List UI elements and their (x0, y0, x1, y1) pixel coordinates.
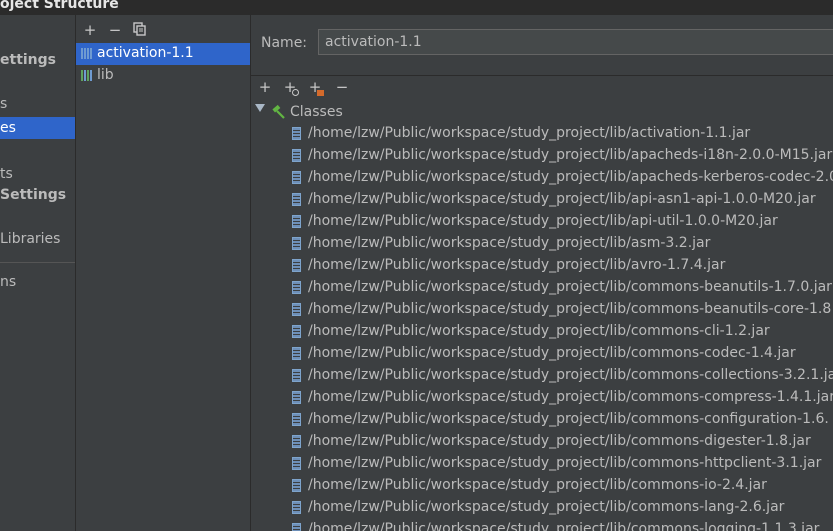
jar-path: /home/lzw/Public/workspace/study_project… (308, 235, 711, 251)
nav-platform-settings: Settings (0, 187, 66, 203)
jar-icon (292, 281, 301, 294)
jar-path: /home/lzw/Public/workspace/study_project… (308, 191, 816, 207)
library-item-lib[interactable]: lib (76, 65, 250, 87)
jar-path: /home/lzw/Public/workspace/study_project… (308, 499, 785, 515)
jar-path: /home/lzw/Public/workspace/study_project… (308, 125, 751, 141)
nav-label: ns (0, 274, 17, 290)
add-root-button[interactable]: + (257, 79, 273, 95)
nav-divider (0, 262, 75, 263)
jar-icon (292, 215, 301, 228)
jar-icon (292, 303, 301, 316)
jar-path: /home/lzw/Public/workspace/study_project… (308, 279, 832, 295)
jar-icon (292, 237, 301, 250)
copy-library-button[interactable] (132, 22, 148, 38)
jar-icon (292, 347, 301, 360)
jar-icon (292, 479, 301, 492)
roots-tree: Classes /home/lzw/Public/workspace/study… (251, 99, 833, 531)
jar-icon (292, 325, 301, 338)
jar-icon (292, 369, 301, 382)
remove-root-button[interactable]: − (334, 79, 350, 95)
jar-path: /home/lzw/Public/workspace/study_project… (308, 323, 770, 339)
library-list-panel: + − activation-1.1 lib (76, 15, 251, 531)
library-icon (81, 48, 93, 59)
jar-icon (292, 391, 301, 404)
jar-icon (292, 435, 301, 448)
jar-path: /home/lzw/Public/workspace/study_project… (308, 477, 767, 493)
jar-icon (292, 193, 301, 206)
nav-global-libraries[interactable]: Libraries (0, 231, 60, 247)
nav-problems[interactable]: ns (0, 274, 16, 290)
settings-nav: ettings s es ts Settings Libraries ns (0, 15, 76, 531)
nav-label: Settings (0, 187, 67, 203)
expand-arrow-icon[interactable] (255, 104, 265, 112)
jar-icon (292, 457, 301, 470)
nav-label: ts (0, 166, 13, 182)
jar-icon (292, 127, 301, 140)
jar-path: /home/lzw/Public/workspace/study_project… (308, 367, 833, 383)
jar-path: /home/lzw/Public/workspace/study_project… (308, 433, 811, 449)
jar-badge-icon (317, 90, 324, 96)
nav-project-settings: ettings (0, 52, 56, 68)
roots-toolbar: + + + − (251, 75, 833, 100)
copy-icon (133, 22, 146, 36)
jar-path: /home/lzw/Public/workspace/study_project… (308, 147, 833, 163)
jar-path: /home/lzw/Public/workspace/study_project… (308, 345, 796, 361)
nav-modules[interactable]: s (0, 96, 7, 112)
library-item-activation[interactable]: activation-1.1 (76, 43, 250, 65)
library-name-field[interactable] (318, 29, 833, 55)
jar-path: /home/lzw/Public/workspace/study_project… (308, 257, 726, 273)
jar-path: /home/lzw/Public/workspace/study_project… (308, 411, 829, 427)
attach-badge-icon (292, 89, 299, 96)
nav-libraries-selected[interactable]: es (0, 117, 75, 139)
jar-path: /home/lzw/Public/workspace/study_project… (308, 213, 778, 229)
nav-label: es (0, 120, 16, 136)
add-library-button[interactable]: + (82, 22, 98, 38)
classes-label: Classes (290, 104, 343, 120)
name-label: Name: (261, 35, 308, 51)
library-item-label: lib (97, 67, 114, 83)
remove-library-button[interactable]: − (107, 22, 123, 38)
nav-label: Libraries (0, 231, 61, 247)
jar-icon (292, 259, 301, 272)
library-item-label: activation-1.1 (97, 45, 194, 61)
jar-path: /home/lzw/Public/workspace/study_project… (308, 521, 820, 531)
attach-jar-button[interactable]: + (307, 79, 324, 96)
jar-icon (292, 501, 301, 514)
title-bar: oject Structure (0, 0, 833, 15)
window-title: oject Structure (0, 0, 119, 12)
nav-label: ettings (0, 52, 56, 68)
attach-files-button[interactable]: + (282, 79, 299, 96)
jar-icon (292, 413, 301, 426)
hammer-icon (272, 104, 285, 119)
nav-label: s (0, 96, 8, 112)
nav-artifacts[interactable]: ts (0, 166, 13, 182)
jar-path: /home/lzw/Public/workspace/study_project… (308, 169, 833, 185)
jar-icon (292, 523, 301, 531)
jar-icon (292, 149, 301, 162)
jar-path: /home/lzw/Public/workspace/study_project… (308, 455, 822, 471)
library-detail-panel: Name: + + + − Classes /home/lzw/Public/w… (251, 15, 833, 531)
jar-path: /home/lzw/Public/workspace/study_project… (308, 301, 832, 317)
jar-icon (292, 171, 301, 184)
jar-path: /home/lzw/Public/workspace/study_project… (308, 389, 833, 405)
library-icon (81, 70, 93, 81)
